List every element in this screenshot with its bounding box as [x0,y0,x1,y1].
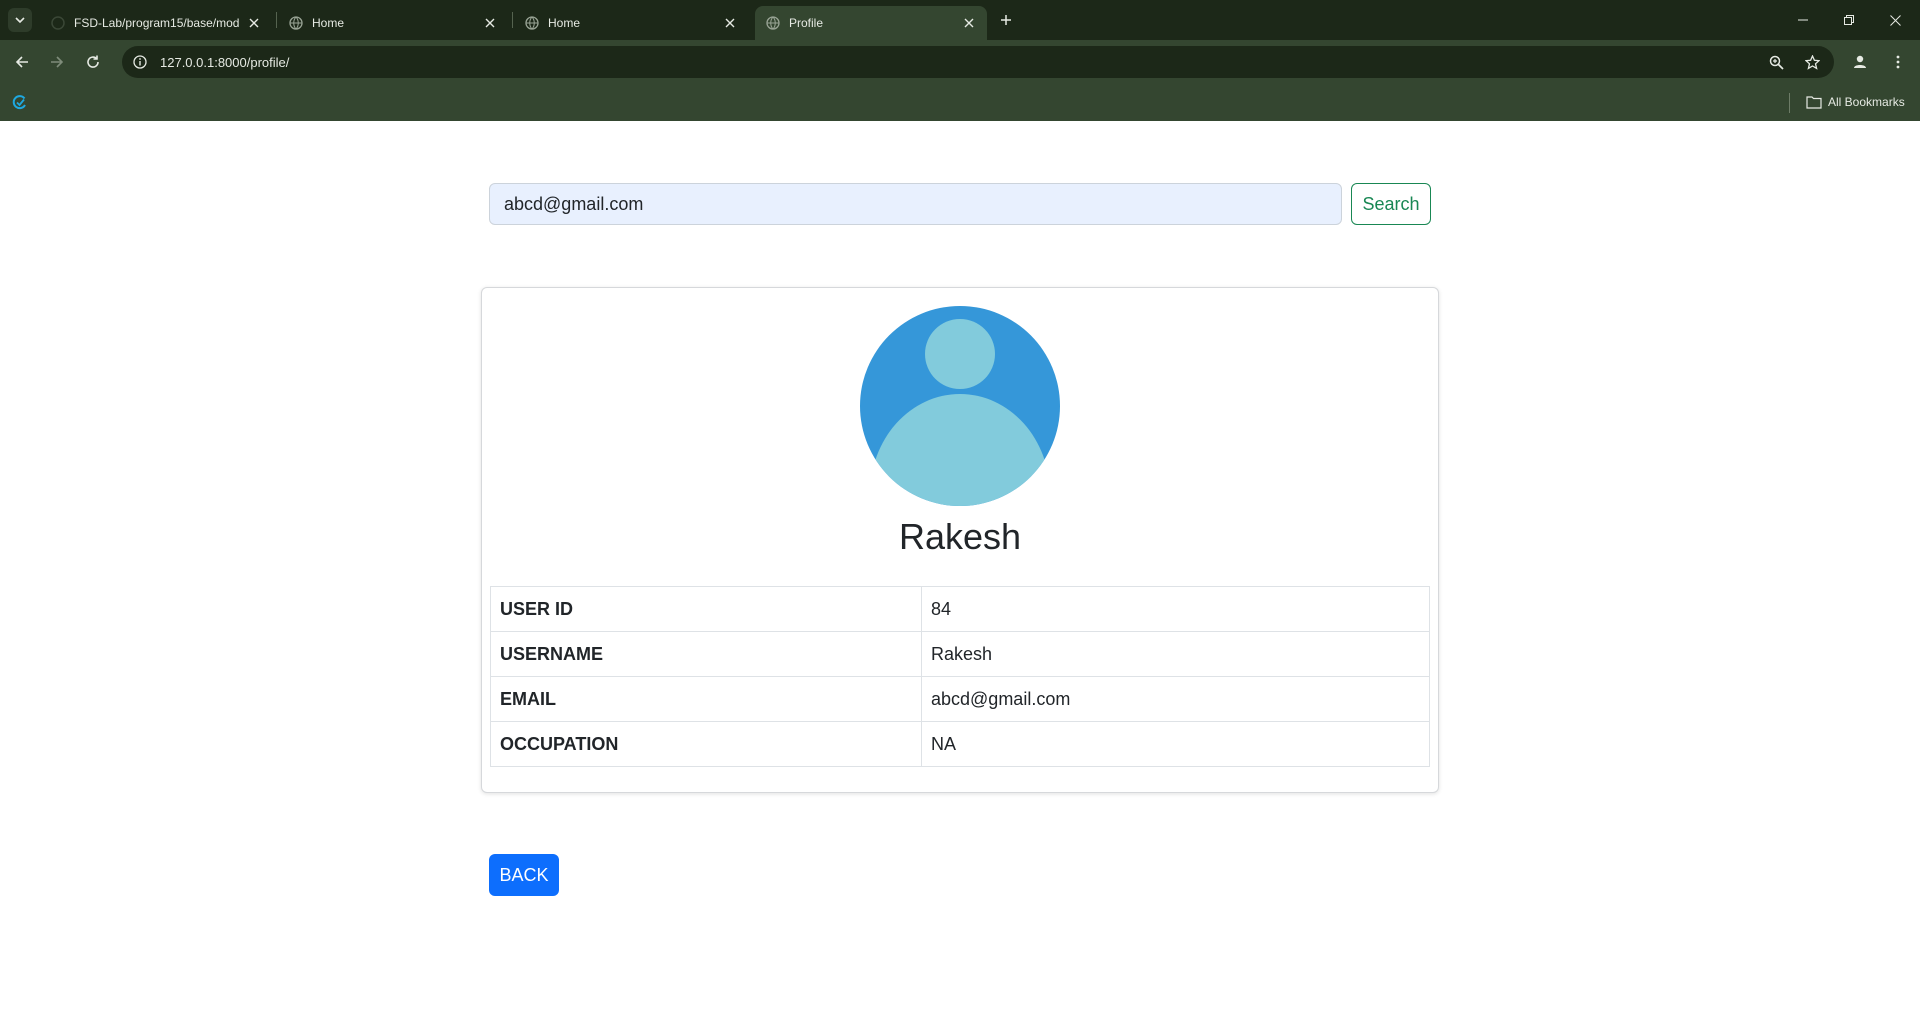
extension-icon[interactable] [10,92,30,112]
minimize-icon [1798,19,1808,21]
row-label: EMAIL [490,676,922,722]
profile-table: USER ID 84 USERNAME Rakesh EMAIL abcd@gm… [490,586,1430,767]
arrow-left-icon [15,56,28,68]
close-window-button[interactable] [1872,0,1918,40]
tab-home-2[interactable]: Home [514,6,748,40]
close-icon [1889,14,1901,26]
tab-title: FSD-Lab/program15/base/mod [74,16,240,30]
row-value: abcd@gmail.com [921,676,1430,722]
close-icon[interactable] [246,15,262,31]
back-button[interactable]: BACK [489,854,559,896]
row-value: NA [921,721,1430,767]
row-label: USERNAME [490,631,922,677]
globe-icon [288,15,304,31]
browser-toolbar: 127.0.0.1:8000/profile/ [0,40,1920,84]
table-row: USERNAME Rakesh [490,631,1430,677]
forward-nav-button[interactable] [43,48,71,76]
zoom-icon[interactable] [1762,48,1790,76]
restore-button[interactable] [1826,0,1872,40]
close-icon[interactable] [722,15,738,31]
reload-icon [87,55,99,68]
tab-github[interactable]: FSD-Lab/program15/base/mod [40,6,272,40]
menu-button[interactable] [1884,48,1912,76]
minimize-button[interactable] [1780,0,1826,40]
back-nav-button[interactable] [8,48,36,76]
address-bar[interactable]: 127.0.0.1:8000/profile/ [122,46,1834,78]
chevron-down-icon [15,17,25,24]
tab-title: Home [548,16,581,30]
all-bookmarks-button[interactable]: All Bookmarks [1806,92,1905,112]
avatar-icon [860,306,1060,506]
url-text[interactable]: 127.0.0.1:8000/profile/ [160,55,289,70]
github-icon [50,15,66,31]
person-icon [1854,55,1866,68]
tab-title: Home [312,16,345,30]
table-row: OCCUPATION NA [490,721,1430,767]
tab-title: Profile [789,16,824,30]
folder-icon [1806,96,1822,109]
restore-icon [1844,15,1854,25]
tab-profile[interactable]: Profile [755,6,987,40]
all-bookmarks-label: All Bookmarks [1828,95,1905,109]
tab-strip: FSD-Lab/program15/base/mod Home Home Pro… [0,0,1920,40]
table-row: EMAIL abcd@gmail.com [490,676,1430,722]
profile-page: Search Rakesh USER ID 84 USERNAME Rakesh… [0,121,1920,1032]
close-icon[interactable] [482,15,498,31]
tab-home-1[interactable]: Home [278,6,508,40]
new-tab-button[interactable] [994,8,1018,32]
profile-button[interactable] [1846,48,1874,76]
bookmarks-bar: All Bookmarks [0,84,1920,121]
close-icon[interactable] [961,15,977,31]
search-button[interactable]: Search [1351,183,1431,225]
row-label: OCCUPATION [490,721,922,767]
profile-card: Rakesh USER ID 84 USERNAME Rakesh EMAIL … [481,287,1439,793]
row-value: 84 [921,586,1430,632]
bookmark-star-icon[interactable] [1798,48,1826,76]
table-row: USER ID 84 [490,586,1430,632]
more-vert-icon [1896,55,1900,69]
globe-icon [765,15,781,31]
info-icon[interactable] [126,48,154,76]
row-value: Rakesh [921,631,1430,677]
row-label: USER ID [490,586,922,632]
plus-icon [1001,15,1011,25]
profile-name: Rakesh [898,516,1022,557]
search-input[interactable] [489,183,1342,225]
globe-icon [524,15,540,31]
reload-button[interactable] [79,48,107,76]
arrow-right-icon [51,56,64,68]
tab-search-button[interactable] [8,8,32,32]
